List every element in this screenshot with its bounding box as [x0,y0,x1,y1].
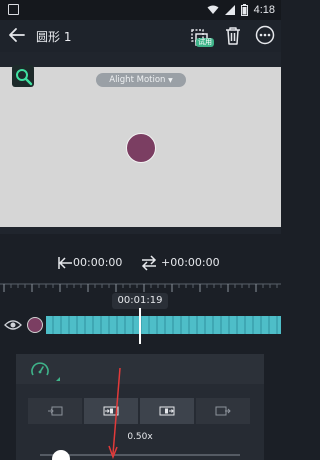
circle-layer[interactable] [126,133,156,163]
battery-icon [240,4,248,16]
wifi-icon [207,5,219,14]
delete-icon[interactable] [223,25,243,47]
layer-title: 圆形 1 [36,30,72,44]
status-icons: 4:18 [207,2,275,18]
app-bar: 圆形 1 试用 [0,20,281,52]
back-icon[interactable] [6,24,28,46]
speed-slider-track[interactable] [40,454,240,456]
start-time[interactable]: 00:00:00 [73,256,122,269]
watermark-label: Alight Motion [109,75,166,85]
mode-option-3[interactable] [140,398,194,424]
trim-right-icon [215,406,231,416]
layer-thumbnail[interactable] [27,317,43,333]
playhead-time: 00:01:19 [112,293,168,309]
panel-tabbar [16,354,264,384]
status-bar: 4:18 [0,0,281,20]
more-icon[interactable] [255,25,275,45]
signal-icon [224,5,235,15]
chevron-down-icon: ▼ [168,77,173,84]
speed-value: 0.50x [127,432,153,442]
expand-icon [159,406,175,416]
annotation-arrow [108,367,121,460]
speed-slider-knob[interactable] [52,450,70,460]
speed-panel: 0.50x [16,354,264,460]
speed-mode-group [28,398,250,424]
trial-badge: 试用 [196,38,214,47]
notification-icon [8,4,19,15]
trim-left-icon [48,406,63,416]
timecode-row: 00:00:00 +00:00:00 [0,252,281,274]
eye-icon[interactable] [4,318,22,332]
clock: 4:18 [253,4,275,16]
swap-icon[interactable] [141,255,157,271]
layer-clip[interactable] [46,316,281,334]
duration-time[interactable]: +00:00:00 [161,256,220,269]
speedometer-icon[interactable] [30,361,50,381]
playhead[interactable] [139,308,141,344]
watermark-badge[interactable]: Alight Motion ▼ [96,73,186,87]
mode-option-4[interactable] [196,398,250,424]
jump-to-start-icon[interactable] [57,256,73,270]
mode-option-1[interactable] [28,398,82,424]
edit-icon[interactable] [12,65,34,87]
tab-indicator [56,377,60,381]
